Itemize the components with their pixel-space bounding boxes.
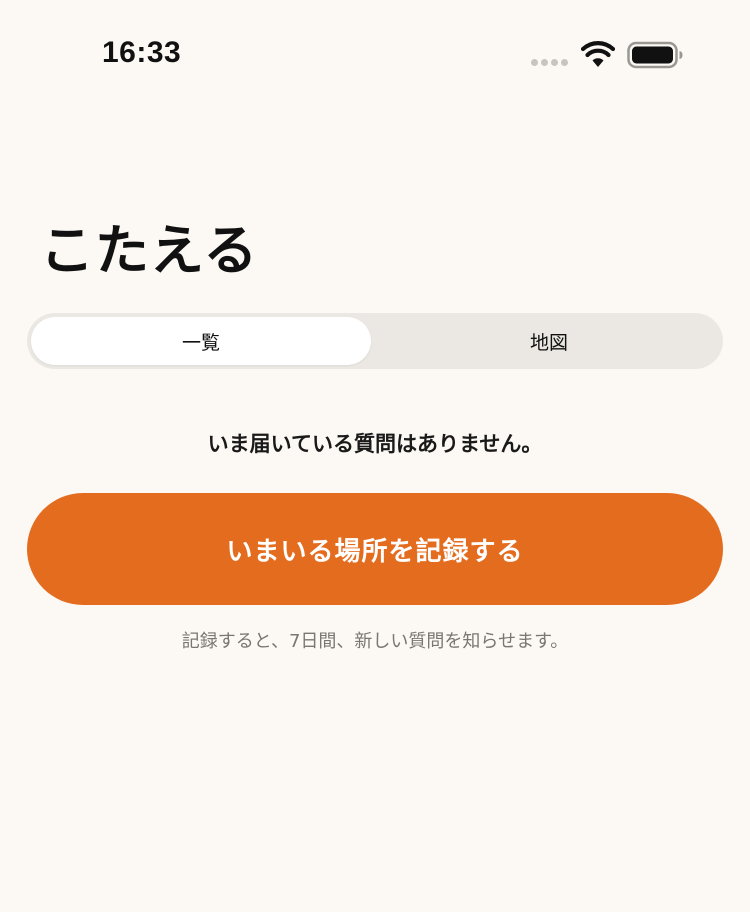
record-location-button[interactable]: いまいる場所を記録する <box>27 493 723 605</box>
page-title: こたえる <box>40 219 259 282</box>
segment-list[interactable]: 一覧 <box>31 317 371 365</box>
status-bar: 16:33 <box>0 0 750 110</box>
record-note: 記録すると、7日間、新しい質問を知らせます。 <box>181 631 569 652</box>
wifi-icon <box>580 40 616 68</box>
cellular-signal-icon <box>531 59 571 67</box>
empty-state-message: いま届いている質問はありません。 <box>207 432 543 456</box>
view-segmented-control: 一覧 地図 <box>27 313 723 369</box>
segment-map[interactable]: 地図 <box>379 317 719 365</box>
status-time: 16:33 <box>102 36 182 69</box>
battery-icon <box>627 41 683 69</box>
